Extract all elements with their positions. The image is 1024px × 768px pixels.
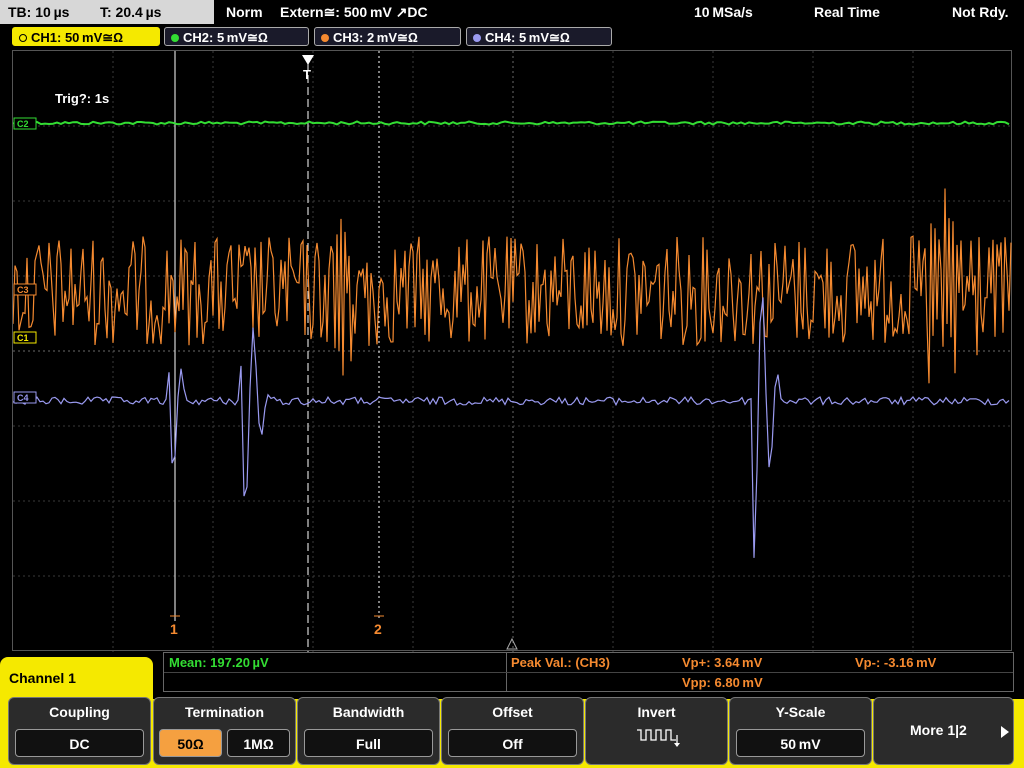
trigger-note: Trig?: 1s [55,91,109,106]
ch1-label: CH1: 50 mV≅Ω [31,30,124,45]
termination-1m-button[interactable]: 1MΩ [227,729,290,757]
ch3-trace [13,188,1012,384]
coupling-title: Coupling [49,704,110,720]
coupling-softkey[interactable]: Coupling DC [8,697,151,765]
tab-ch4[interactable]: CH4: 5 mV≅Ω [466,27,612,46]
svg-text:C1: C1 [17,333,29,343]
tab-ch1[interactable]: CH1: 50 mV≅Ω [12,27,160,46]
ch4-level-marker: C4 [13,391,37,404]
trigger-source[interactable]: Extern≅: 500 mV ↗DC [280,0,428,24]
cursor-2-label: 2 [374,621,382,637]
vpp-measurement: Vpp: 6.80 mV [682,675,763,690]
ch2-trace [13,120,1010,126]
ch4-label: CH4: 5 mV≅Ω [485,30,570,45]
trigger-arrow-icon [302,55,314,65]
svg-text:C3: C3 [17,285,29,295]
vp-minus-measurement: Vp-: -3.16 mV [855,655,937,670]
yscale-title: Y-Scale [775,704,826,720]
channel-tabs: CH1: 50 mV≅Ω CH2: 5 mV≅Ω CH3: 2 mV≅Ω CH4… [0,24,1024,50]
coupling-value-button[interactable]: DC [15,729,144,757]
graticule-grid [13,51,1013,652]
ch3-dot-icon [321,34,329,42]
menu-title: Channel 1 [0,657,153,699]
trigger-time-readout: T: 20.4 µs [100,4,162,20]
timebase-panel[interactable]: TB: 10 µs T: 20.4 µs [0,0,214,24]
offset-title: Offset [492,704,533,720]
ch1-dot-icon [19,34,27,42]
trigger-mode[interactable]: Norm [226,0,263,24]
ch2-level-marker: C2 [13,117,37,130]
svg-text:C2: C2 [17,119,29,129]
status-bar: TB: 10 µs T: 20.4 µs Norm Extern≅: 500 m… [0,0,1024,24]
ch4-dot-icon [473,34,481,42]
mean-measurement: Mean: 197.20 µV [169,655,269,670]
graticule-svg: T C2 C3 C1 C4 1 2 Trig?: 1s [13,51,1013,652]
termination-50-button[interactable]: 50Ω [159,729,222,757]
vp-plus-measurement: Vp+: 3.64 mV [682,655,763,670]
offset-value-button[interactable]: Off [448,729,577,757]
acquisition-state: Not Rdy. [952,4,1009,20]
more-label: More 1|2 [910,722,967,738]
bandwidth-title: Bandwidth [332,704,405,720]
timebase-readout: TB: 10 µs [8,4,70,20]
acquisition-mode: Real Time [814,4,880,20]
bandwidth-value-button[interactable]: Full [304,729,433,757]
termination-title: Termination [184,704,265,720]
invert-title: Invert [637,704,676,720]
invert-waveform-icon [637,729,680,747]
svg-text:C4: C4 [17,393,29,403]
trigger-position-icon [506,637,518,650]
ch2-dot-icon [171,34,179,42]
ch1-level-marker: C1 [13,331,37,344]
cursor-1-label: 1 [170,621,178,637]
tab-ch2[interactable]: CH2: 5 mV≅Ω [164,27,309,46]
waveform-display[interactable]: T C2 C3 C1 C4 1 2 Trig?: 1s [12,50,1013,652]
ch3-level-marker: C3 [13,283,37,296]
yscale-softkey[interactable]: Y-Scale 50 mV [729,697,872,765]
sample-rate: 10 MSa/s [694,4,753,20]
measurement-panel[interactable]: Mean: 197.20 µV Peak Val.: (CH3) Vp+: 3.… [163,652,1014,692]
termination-softkey[interactable]: Termination 50Ω 1MΩ [153,697,296,765]
chevron-right-icon [1001,726,1009,738]
ch4-trace [13,297,1010,558]
trigger-marker-label: T [303,67,311,82]
invert-softkey[interactable]: Invert [585,697,728,765]
ch3-label: CH3: 2 mV≅Ω [333,30,418,45]
tab-ch3[interactable]: CH3: 2 mV≅Ω [314,27,461,46]
more-softkey[interactable]: More 1|2 [873,697,1014,765]
offset-softkey[interactable]: Offset Off [441,697,584,765]
peak-label: Peak Val.: (CH3) [511,655,610,670]
bandwidth-softkey[interactable]: Bandwidth Full [297,697,440,765]
ch2-label: CH2: 5 mV≅Ω [183,30,268,45]
yscale-value-button[interactable]: 50 mV [736,729,865,757]
